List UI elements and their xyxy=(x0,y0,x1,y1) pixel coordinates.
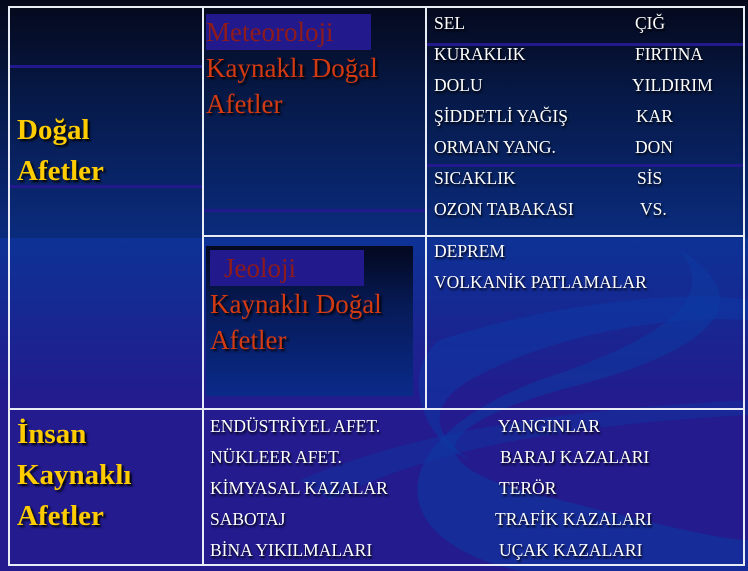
column-divider-2 xyxy=(425,6,427,408)
item-right: SİS xyxy=(637,168,663,188)
list-item: OZON TABAKASI VS. xyxy=(434,194,744,225)
table-border-left xyxy=(8,6,10,566)
geological-title: Jeoloji Kaynaklı Doğal Afetler xyxy=(210,250,382,358)
item-left: SABOTAJ xyxy=(210,509,286,529)
geological-list: DEPREM VOLKANİK PATLAMALAR xyxy=(434,236,647,298)
human-label-line1: İnsan xyxy=(17,418,87,450)
meteorological-title: Meteoroloji Kaynaklı Doğal Afetler xyxy=(206,14,378,122)
item-left: ORMAN YANG. xyxy=(434,137,556,157)
item-left: BİNA YIKILMALARI xyxy=(210,540,373,560)
item-left: KİMYASAL KAZALAR xyxy=(210,478,388,498)
item-right: YILDIRIM xyxy=(632,75,713,95)
item-left: ŞİDDETLİ YAĞIŞ xyxy=(434,106,568,126)
geological-highlight: Jeoloji xyxy=(210,250,364,286)
meteorological-highlight: Meteoroloji xyxy=(206,14,372,50)
item-left: OZON TABAKASI xyxy=(434,199,574,219)
column-divider-1 xyxy=(202,6,204,566)
item-right: YANGINLAR xyxy=(498,416,601,436)
natural-label-line1: Doğal xyxy=(17,114,90,146)
item-left: SICAKLIK xyxy=(434,168,516,188)
list-item: DEPREM xyxy=(434,241,505,261)
item-left: SEL xyxy=(434,13,466,33)
list-item: BİNA YIKILMALARI UÇAK KAZALARI xyxy=(210,535,740,566)
human-label-line2: Kaynaklı xyxy=(17,459,132,491)
natural-label-line2: Afetler xyxy=(17,155,104,187)
meteorological-title-line3: Afetler xyxy=(206,89,283,119)
list-item: ORMAN YANG. DON xyxy=(434,132,744,163)
item-left: KURAKLIK xyxy=(434,44,526,64)
list-item: SICAKLIK SİS xyxy=(434,163,744,194)
meteorological-list: SEL ÇIĞ KURAKLIK FIRTINA DOLU YILDIRIM ŞİDD… xyxy=(434,8,744,225)
item-right: UÇAK KAZALARI xyxy=(499,540,643,560)
human-disasters-label: İnsan Kaynaklı Afetler xyxy=(17,414,131,537)
item-right: TRAFİK KAZALARI xyxy=(495,509,653,529)
list-item: DOLU YILDIRIM xyxy=(434,70,744,101)
item-left: DOLU xyxy=(434,75,483,95)
item-left: NÜKLEER AFET. xyxy=(210,447,342,467)
item-right: FIRTINA xyxy=(635,44,703,64)
item-right: DON xyxy=(635,137,673,157)
item-right: TERÖR xyxy=(499,478,557,498)
human-list: ENDÜSTRİYEL AFET. YANGINLAR NÜKLEER AFET.… xyxy=(210,411,740,566)
geological-title-line3: Afetler xyxy=(210,325,287,355)
list-item: NÜKLEER AFET. BARAJ KAZALARI xyxy=(210,442,740,473)
list-item: ŞİDDETLİ YAĞIŞ KAR xyxy=(434,101,744,132)
item-right: KAR xyxy=(636,106,673,126)
human-label-line3: Afetler xyxy=(17,500,104,532)
list-item: SEL ÇIĞ xyxy=(434,8,744,39)
natural-disasters-label: Doğal Afetler xyxy=(17,110,104,192)
list-item: ENDÜSTRİYEL AFET. YANGINLAR xyxy=(210,411,740,442)
list-item: VOLKANİK PATLAMALAR xyxy=(434,272,647,292)
list-item: KİMYASAL KAZALAR TERÖR xyxy=(210,473,740,504)
list-item: KURAKLIK FIRTINA xyxy=(434,39,744,70)
item-right: VS. xyxy=(640,199,667,219)
geological-title-line2: Kaynaklı Doğal xyxy=(210,289,382,319)
row-divider-main xyxy=(8,408,745,410)
item-right: BARAJ KAZALARI xyxy=(500,447,650,467)
meteorological-title-line2: Kaynaklı Doğal xyxy=(206,53,378,83)
list-item: SABOTAJ TRAFİK KAZALARI xyxy=(210,504,740,535)
item-right: ÇIĞ xyxy=(635,13,666,33)
item-left: ENDÜSTRİYEL AFET. xyxy=(210,416,381,436)
